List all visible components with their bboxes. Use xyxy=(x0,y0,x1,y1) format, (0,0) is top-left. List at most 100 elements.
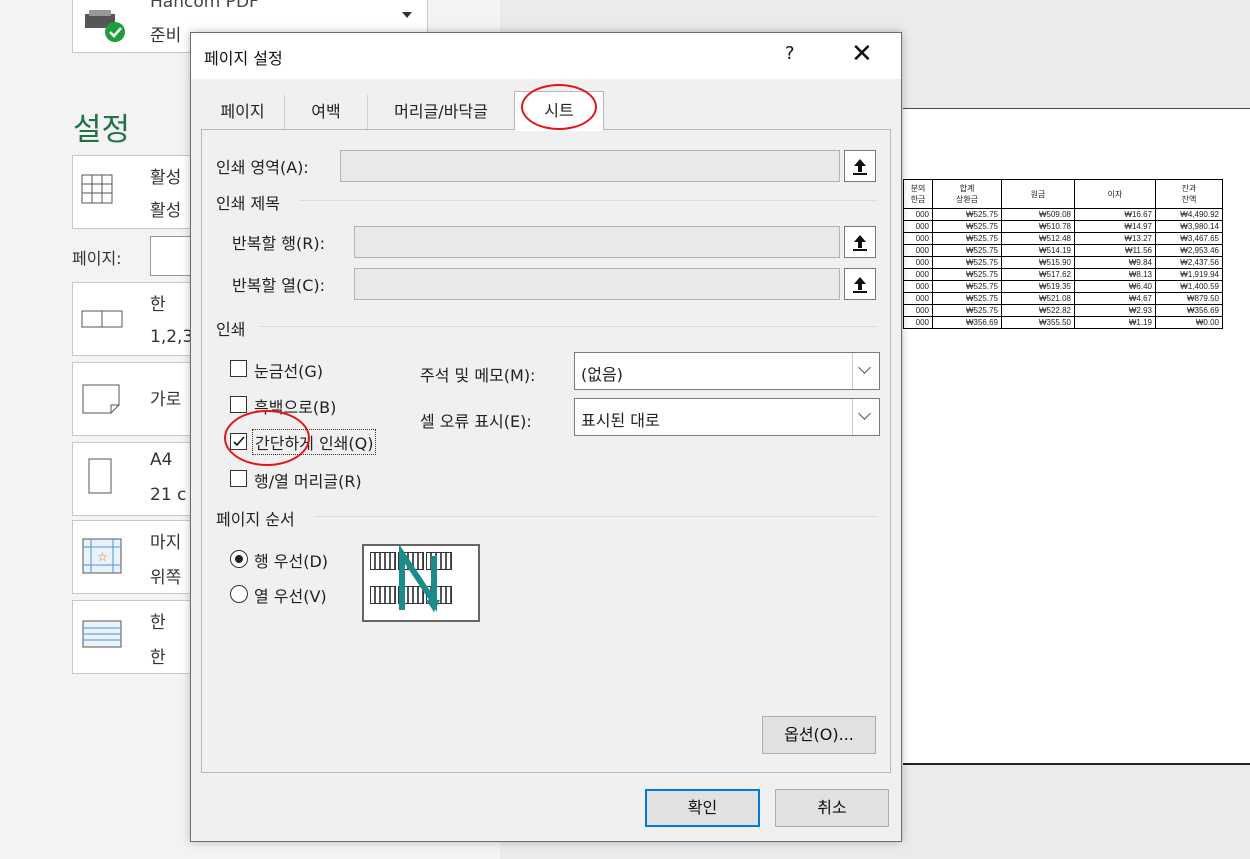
row-col-headings-checkbox[interactable] xyxy=(230,470,247,487)
cols-repeat-label: 반복할 열(C): xyxy=(232,276,326,295)
preview-cell: ₩519.35 xyxy=(1001,280,1075,293)
preview-cell: ₩356.69 xyxy=(932,316,1002,329)
tab-header-footer[interactable]: 머리글/바닥글 xyxy=(368,95,514,130)
preview-cell: ₩509.08 xyxy=(1001,208,1075,221)
page-order-group-label: 페이지 순서 xyxy=(216,510,295,529)
comments-select[interactable]: (없음) xyxy=(574,352,880,390)
preview-row: 000 ₩525.75 ₩517.62 ₩8.13 ₩1,919.94 xyxy=(903,268,1223,281)
tab-margins[interactable]: 여백 xyxy=(285,95,368,130)
preview-cell: ₩14.97 xyxy=(1074,220,1156,233)
radio-selected-dot xyxy=(235,555,243,563)
scaling-icon xyxy=(82,620,122,648)
dialog-titlebar: 페이지 설정 ? ✕ xyxy=(191,33,901,79)
settings-title: 설정 xyxy=(73,112,131,148)
preview-row: 000 ₩525.75 ₩522.82 ₩2.93 ₩356.69 xyxy=(903,304,1223,317)
group-divider xyxy=(260,326,878,327)
over-then-down-radio[interactable] xyxy=(230,585,248,603)
preview-row: 000 ₩525.75 ₩510.78 ₩14.97 ₩3,980.14 xyxy=(903,220,1223,233)
preview-cell: ₩1.19 xyxy=(1074,316,1156,329)
preview-cell: ₩512.48 xyxy=(1001,232,1075,245)
tab-page[interactable]: 페이지 xyxy=(201,95,285,130)
preview-cell: ₩11.56 xyxy=(1074,244,1156,257)
gridlines-checkbox[interactable] xyxy=(230,360,247,377)
page-setup-dialog: 페이지 설정 ? ✕ 페이지 여백 머리글/바닥글 시트 인쇄 영역(A): 인… xyxy=(190,32,902,842)
printer-icon xyxy=(85,10,125,42)
preview-row: 000 ₩525.75 ₩512.48 ₩13.27 ₩3,467.65 xyxy=(903,232,1223,245)
preview-cell: ₩9.84 xyxy=(1074,256,1156,269)
preview-header: 잔과 잔액 xyxy=(1155,179,1223,209)
black-white-checkbox[interactable] xyxy=(230,396,247,413)
dialog-title: 페이지 설정 xyxy=(204,49,283,68)
preview-cell: ₩1,400.59 xyxy=(1155,280,1223,293)
print-group-label: 인쇄 xyxy=(216,320,246,339)
chevron-down-icon[interactable] xyxy=(402,12,412,18)
preview-cell: 000 xyxy=(903,280,933,293)
group-divider xyxy=(300,200,878,201)
comments-value: (없음) xyxy=(581,365,623,384)
preview-cell: 000 xyxy=(903,208,933,221)
help-button[interactable]: ? xyxy=(785,43,795,64)
cell-errors-value: 표시된 대로 xyxy=(581,411,660,430)
preview-cell: ₩517.62 xyxy=(1001,268,1075,281)
cols-repeat-input[interactable] xyxy=(354,268,840,300)
preview-cell: ₩2,953.46 xyxy=(1155,244,1223,257)
comments-dropdown-button[interactable] xyxy=(852,353,879,389)
preview-cell: 000 xyxy=(903,244,933,257)
preview-cell: ₩515.90 xyxy=(1001,256,1075,269)
ok-button[interactable]: 확인 xyxy=(645,789,760,827)
printer-name: Hancom PDF xyxy=(150,0,259,12)
preview-cell: ₩525.75 xyxy=(932,292,1002,305)
cell-errors-label: 셀 오류 표시(E): xyxy=(420,412,532,431)
preview-header: 이자 xyxy=(1074,179,1156,209)
preview-cell: ₩525.75 xyxy=(932,268,1002,281)
preview-cell: ₩514.19 xyxy=(1001,244,1075,257)
cancel-button[interactable]: 취소 xyxy=(775,789,889,827)
preview-cell: ₩525.75 xyxy=(932,208,1002,221)
preview-cell: ₩3,980.14 xyxy=(1155,220,1223,233)
highlight-circle xyxy=(521,84,597,130)
preview-cell: 000 xyxy=(903,292,933,305)
rows-repeat-collapse-button[interactable] xyxy=(844,226,876,258)
down-then-over-radio[interactable] xyxy=(230,550,248,568)
print-area-label: 인쇄 영역(A): xyxy=(216,158,309,177)
upload-arrow-icon xyxy=(853,277,867,293)
preview-cell: 000 xyxy=(903,316,933,329)
gridlines-label: 눈금선(G) xyxy=(254,362,324,381)
svg-text:☆: ☆ xyxy=(97,550,108,564)
print-area-input[interactable] xyxy=(340,150,840,182)
over-then-down-label: 열 우선(V) xyxy=(254,587,327,606)
preview-header: 원금 xyxy=(1001,179,1075,209)
preview-cell: ₩1,919.94 xyxy=(1155,268,1223,281)
page-order-arrow-icon xyxy=(399,546,440,612)
down-then-over-label: 행 우선(D) xyxy=(254,552,329,571)
chevron-down-icon xyxy=(858,361,871,374)
pages-label: 페이지: xyxy=(72,249,122,268)
group-divider xyxy=(314,516,878,517)
preview-row: 000 ₩525.75 ₩509.08 ₩16.67 ₩4,490.92 xyxy=(903,208,1223,221)
cell-errors-select[interactable]: 표시된 대로 xyxy=(574,398,880,436)
preview-rows: 000 ₩525.75 ₩509.08 ₩16.67 ₩4,490.92 000 ₩525.… xyxy=(903,208,1223,329)
margins-icon: ☆ xyxy=(82,538,122,574)
cell-errors-dropdown-button[interactable] xyxy=(852,399,879,435)
preview-cell: ₩522.82 xyxy=(1001,304,1075,317)
rows-repeat-label: 반복할 행(R): xyxy=(232,234,325,253)
preview-cell: ₩879.50 xyxy=(1155,292,1223,305)
preview-cell: ₩525.75 xyxy=(932,220,1002,233)
rows-repeat-input[interactable] xyxy=(354,226,840,258)
row-col-headings-label: 행/열 머리글(R) xyxy=(254,472,362,491)
options-button[interactable]: 옵션(O)... xyxy=(762,716,876,754)
preview-cell: ₩4.67 xyxy=(1074,292,1156,305)
preview-table: 분의 한금 합계 상환금 원금 이자 잔과 잔액 000 ₩525.75 ₩509.… xyxy=(903,179,1223,329)
preview-row: 000 ₩356.69 ₩355.50 ₩1.19 ₩0.00 xyxy=(903,316,1223,329)
print-area-collapse-button[interactable] xyxy=(844,150,876,182)
print-titles-group-label: 인쇄 제목 xyxy=(216,194,280,213)
preview-cell: ₩525.75 xyxy=(932,280,1002,293)
cols-repeat-collapse-button[interactable] xyxy=(844,268,876,300)
chevron-down-icon xyxy=(858,407,871,420)
preview-cell: ₩2.93 xyxy=(1074,304,1156,317)
preview-row: 000 ₩525.75 ₩515.90 ₩9.84 ₩2,437.56 xyxy=(903,256,1223,269)
preview-page: 분의 한금 합계 상환금 원금 이자 잔과 잔액 000 ₩525.75 ₩509.… xyxy=(903,108,1250,765)
preview-cell: ₩510.78 xyxy=(1001,220,1075,233)
paper-icon xyxy=(88,458,112,494)
close-button[interactable]: ✕ xyxy=(851,39,873,69)
